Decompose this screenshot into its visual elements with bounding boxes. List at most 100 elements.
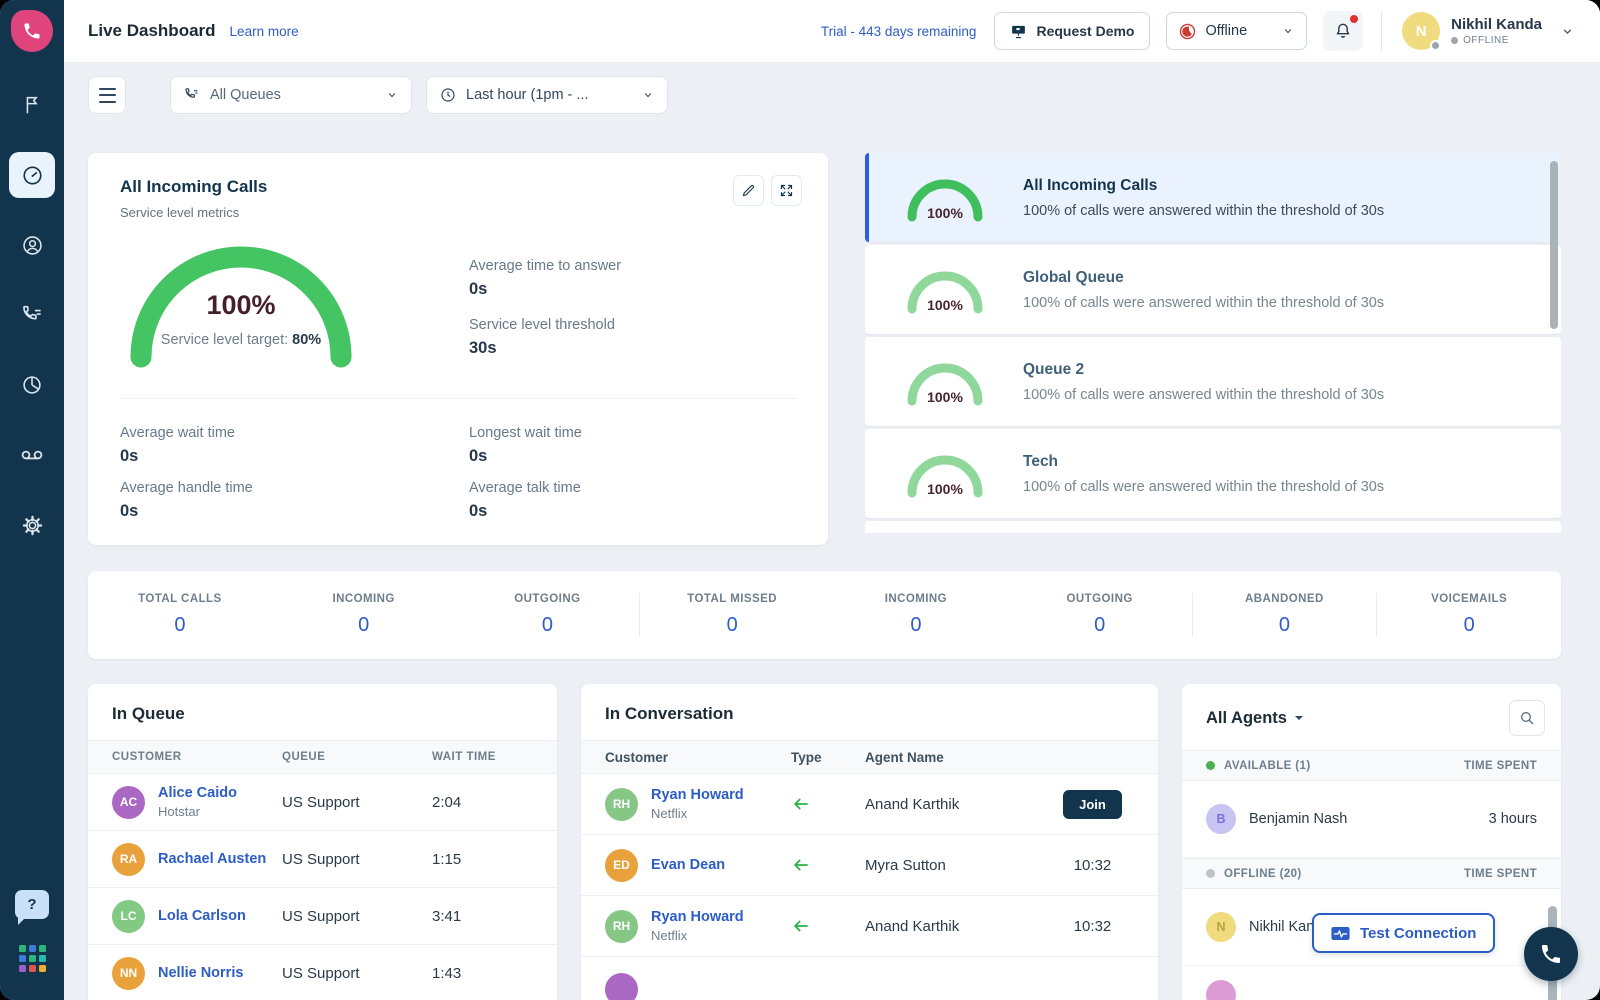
help-button[interactable]: ? [15,890,49,919]
connection-monitor-icon [1331,926,1350,941]
contact-icon [21,234,44,257]
queue-list-scrollbar[interactable] [1550,161,1558,329]
stat-label: OUTGOING [456,593,640,605]
test-connection-button[interactable]: Test Connection [1312,913,1495,953]
user-name: Nikhil Kanda [1451,16,1542,33]
metric-value: 0s [120,447,469,466]
table-row[interactable]: RH Ryan Howard Netflix Anand Karthik 10:… [581,896,1158,957]
queue-widget-item[interactable]: 100% Queue 2 100% of calls were answered… [865,337,1561,426]
app-switcher-icon[interactable] [19,945,46,972]
sidebar-item-contacts[interactable] [9,222,55,268]
gauge-target: Service level target: 80% [128,332,354,348]
help-icon: ? [27,896,36,913]
call-stats-card: TOTAL CALLS0 INCOMING0 OUTGOING0 TOTAL M… [88,571,1561,659]
customer-link[interactable]: Ryan Howard [651,909,744,925]
available-section-header: AVAILABLE (1) TIME SPENT [1182,750,1561,781]
stat-label: INCOMING [272,593,456,605]
service-card-title: All Incoming Calls [120,177,796,197]
table-row[interactable]: NN Nellie Norris US Support 1:43 [88,945,557,1000]
clock-icon [440,87,456,103]
gear-icon [21,514,44,537]
customer-link[interactable]: Alice Caido [158,785,237,801]
status-dot [1451,37,1458,44]
agent-status-dropdown[interactable]: Offline [1166,12,1307,50]
user-menu[interactable]: N Nikhil Kanda OFFLINE [1402,12,1574,50]
customer-company: Netflix [651,928,744,943]
dashboard-list-button[interactable] [88,76,126,114]
queue-cell: US Support [282,851,432,868]
queues-filter-value: All Queues [210,87,281,103]
sidebar-item-settings[interactable] [9,502,55,548]
agent-row-partial[interactable] [1182,966,1561,1000]
dashboard-content: All Incoming Calls Service level metrics [64,127,1600,1000]
edit-widget-button[interactable] [733,175,764,206]
sidebar-item-call-metrics[interactable] [9,292,55,338]
customer-link[interactable]: Nellie Norris [158,965,243,981]
queue-widget-item-partial [865,521,1561,533]
customer-link[interactable]: Ryan Howard [651,787,744,803]
queue-name: All Incoming Calls [1023,177,1384,195]
flag-icon [21,94,43,116]
sidebar-item-voicemail[interactable] [9,432,55,478]
queues-filter-dropdown[interactable]: All Queues [170,76,412,114]
metric-value: 30s [469,339,621,358]
time-range-value: Last hour (1pm - ... [466,87,589,103]
stat-value: 0 [1377,614,1561,637]
stat-label: ABANDONED [1193,593,1377,605]
mini-gauge: 100% [903,449,987,499]
stat-label: OUTGOING [1008,593,1192,605]
in-queue-title: In Queue [112,704,533,724]
metric-label: Average talk time [469,480,796,496]
queue-description: 100% of calls were answered within the t… [1023,295,1384,311]
stat-value: 0 [640,614,824,637]
status-dot [1430,40,1441,51]
queue-widget-item[interactable]: 100% All Incoming Calls 100% of calls we… [865,153,1561,242]
queue-name: Global Queue [1023,269,1384,287]
customer-link[interactable]: Evan Dean [651,857,725,873]
request-demo-button[interactable]: Request Demo [994,12,1150,50]
queue-widget-list: 100% All Incoming Calls 100% of calls we… [865,153,1561,545]
avatar: LC [112,900,145,933]
notification-badge [1350,15,1358,23]
table-row[interactable]: RH Ryan Howard Netflix Anand Karthik Joi… [581,774,1158,835]
service-level-gauge: 100% Service level target: 80% [128,246,354,370]
service-level-card: All Incoming Calls Service level metrics [88,153,828,545]
wait-time-cell: 1:15 [432,851,533,868]
time-range-dropdown[interactable]: Last hour (1pm - ... [426,76,668,114]
agent-search-button[interactable] [1509,700,1545,736]
phone-list-icon [21,304,44,327]
table-row[interactable]: LC Lola Carlson US Support 3:41 [88,888,557,945]
table-row[interactable]: RA Rachael Austen US Support 1:15 [88,831,557,888]
service-card-subtitle: Service level metrics [120,205,796,220]
table-row-partial[interactable] [581,957,1158,1000]
customer-link[interactable]: Lola Carlson [158,908,246,924]
learn-more-link[interactable]: Learn more [230,24,299,39]
phone-fab-button[interactable] [1524,927,1578,981]
expand-widget-button[interactable] [771,175,802,206]
notifications-button[interactable] [1323,11,1363,51]
incoming-call-icon [791,916,865,936]
phone-logo-icon [22,21,42,41]
table-row[interactable]: ED Evan Dean Myra Sutton 10:32 [581,835,1158,896]
join-call-button[interactable]: Join [1063,790,1122,819]
pencil-icon [741,183,756,198]
avatar: ED [605,849,638,882]
sidebar-item-dashboard[interactable] [9,152,55,198]
expand-icon [779,183,794,198]
agent-row[interactable]: B Benjamin Nash 3 hours [1182,781,1561,858]
stat-value: 0 [456,614,640,637]
sidebar-item-flag[interactable] [9,82,55,128]
customer-link[interactable]: Rachael Austen [158,851,266,867]
queue-widget-item[interactable]: 100% Tech 100% of calls were answered wi… [865,429,1561,518]
agents-filter-dropdown[interactable]: All Agents [1206,709,1303,728]
queue-name: Queue 2 [1023,361,1384,379]
wait-time-cell: 1:43 [432,965,533,982]
table-row[interactable]: AC Alice Caido Hotstar US Support 2:04 [88,774,557,831]
stat-value: 0 [824,614,1008,637]
sidebar-item-reports[interactable] [9,362,55,408]
metric-label: Average wait time [120,425,469,441]
queue-widget-item[interactable]: 100% Global Queue 100% of calls were ans… [865,245,1561,334]
available-dot [1206,761,1215,770]
freshcaller-logo[interactable] [11,10,53,52]
chevron-down-icon [386,89,398,101]
